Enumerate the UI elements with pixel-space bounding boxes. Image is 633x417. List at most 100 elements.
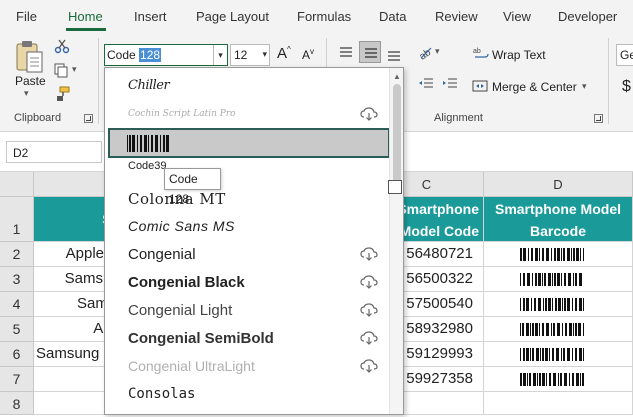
row-header-7[interactable]: 7 (0, 367, 34, 392)
code-128-barcode-preview (127, 135, 169, 152)
font-name-typed-text: Code (107, 48, 140, 62)
font-size-chevron-down-icon[interactable]: ▾ (262, 49, 267, 60)
row-header-8[interactable]: 8 (0, 392, 34, 415)
barcode-image (520, 348, 584, 361)
paste-button[interactable]: Paste (15, 74, 46, 88)
group-separator (608, 38, 609, 124)
font-option-chiller[interactable]: Chiller (105, 72, 390, 100)
font-option-cochin-script-latin-pro[interactable]: Cochin Script Latin Pro (105, 100, 390, 128)
align-top-icon[interactable] (338, 44, 354, 60)
barcode-image (520, 373, 584, 386)
font-option-code39[interactable]: Code39 (105, 158, 390, 186)
cell-d3[interactable] (484, 267, 633, 292)
format-painter-icon[interactable] (54, 86, 70, 102)
tab-insert[interactable]: Insert (134, 9, 167, 24)
barcode-image (520, 298, 584, 311)
wrap-text-icon[interactable]: ab (473, 46, 489, 62)
paste-chevron-down-icon[interactable]: ▾ (24, 88, 29, 99)
merge-center-chevron-down-icon[interactable]: ▾ (582, 81, 587, 92)
tab-formulas[interactable]: Formulas (297, 9, 351, 24)
row-header-1[interactable]: 1 (0, 197, 34, 242)
alignment-dialog-launcher-icon[interactable] (594, 114, 603, 123)
tab-file[interactable]: File (16, 9, 37, 24)
tab-review[interactable]: Review (435, 9, 478, 24)
ribbon-tab-bar: File Home Insert Page Layout Formulas Da… (0, 0, 633, 32)
merge-center-button[interactable]: Merge & Center (492, 80, 577, 94)
copy-icon[interactable] (53, 62, 69, 78)
row-header-3[interactable]: 3 (0, 267, 34, 292)
column-header-d[interactable]: D (484, 172, 633, 197)
barcode-image (520, 323, 584, 336)
merge-center-icon[interactable] (472, 78, 488, 94)
alignment-group-label: Alignment (434, 112, 483, 124)
cloud-download-icon (360, 107, 378, 121)
copy-chevron-down-icon[interactable]: ▾ (72, 64, 77, 75)
cell-d6[interactable] (484, 342, 633, 367)
cell-d1[interactable]: Smartphone Model Barcode (484, 197, 633, 242)
cut-icon[interactable] (54, 38, 70, 54)
font-option-colonna-mt[interactable]: Colonna MT (105, 184, 390, 212)
increase-indent-icon[interactable] (442, 76, 458, 92)
dropdown-scrollbar[interactable]: ▲ (389, 68, 403, 414)
cloud-download-icon (360, 359, 378, 373)
wrap-text-button[interactable]: Wrap Text (492, 48, 546, 62)
decrease-indent-icon[interactable] (418, 76, 434, 92)
font-size-combobox[interactable]: 12 ▾ (230, 44, 270, 66)
group-separator (98, 38, 99, 124)
scroll-up-icon[interactable]: ▲ (393, 72, 401, 81)
font-option-congenial-black[interactable]: Congenial Black (105, 268, 390, 296)
row-header-4[interactable]: 4 (0, 292, 34, 317)
tab-view[interactable]: View (503, 9, 531, 24)
number-format-combobox[interactable]: Ge (616, 44, 633, 66)
cell-d8[interactable] (484, 392, 633, 415)
cell-d5[interactable] (484, 317, 633, 342)
tab-data[interactable]: Data (379, 9, 406, 24)
align-middle-button[interactable] (359, 41, 381, 63)
name-box-value: D2 (13, 146, 29, 160)
cloud-download-icon (360, 331, 378, 345)
select-all-corner[interactable] (0, 172, 34, 197)
align-bottom-icon[interactable] (386, 46, 402, 62)
barcode-image (520, 248, 584, 261)
number-format-value: Ge (620, 48, 633, 62)
tab-home[interactable]: Home (68, 9, 103, 24)
font-option-code-128[interactable] (108, 128, 390, 158)
dropdown-resize-handle[interactable] (388, 180, 402, 194)
font-option-consolas[interactable]: Consolas (105, 380, 390, 408)
font-name-combobox[interactable]: Code 128 ▾ (104, 44, 228, 66)
name-box[interactable]: D2 (6, 141, 102, 163)
barcode-image (520, 273, 582, 286)
tab-developer[interactable]: Developer (558, 9, 617, 24)
active-tab-indicator (66, 28, 106, 31)
font-option-congenial-light[interactable]: Congenial Light (105, 296, 390, 324)
font-option-comic-sans-ms[interactable]: Comic Sans MS (105, 212, 390, 240)
font-option-congenial-semibold[interactable]: Congenial SemiBold (105, 324, 390, 352)
paste-icon[interactable] (14, 40, 44, 74)
row-header-6[interactable]: 6 (0, 342, 34, 367)
font-name-chevron-down-icon[interactable]: ▾ (213, 45, 227, 65)
cloud-download-icon (360, 303, 378, 317)
row-header-2[interactable]: 2 (0, 242, 34, 267)
decrease-font-size-icon[interactable]: Av (302, 47, 314, 62)
font-option-congenial[interactable]: Congenial (105, 240, 390, 268)
font-tooltip: Code 128 (164, 168, 221, 206)
cell-d4[interactable] (484, 292, 633, 317)
tab-page-layout[interactable]: Page Layout (196, 9, 269, 24)
increase-font-size-icon[interactable]: A^ (277, 45, 291, 62)
row-header-5[interactable]: 5 (0, 317, 34, 342)
cell-d2[interactable] (484, 242, 633, 267)
orientation-chevron-down-icon[interactable]: ▾ (435, 46, 440, 57)
cloud-download-icon (360, 275, 378, 289)
font-name-dropdown-list[interactable]: Chiller Cochin Script Latin Pro Code39 C… (104, 67, 404, 415)
clipboard-group-label: Clipboard (14, 112, 62, 124)
clipboard-dialog-launcher-icon[interactable] (84, 114, 93, 123)
svg-text:ab: ab (473, 48, 481, 55)
cloud-download-icon (360, 247, 378, 261)
font-name-selected-text: 128 (139, 48, 162, 62)
cell-d7[interactable] (484, 367, 633, 392)
scrollbar-thumb[interactable] (393, 84, 401, 184)
align-middle-icon (365, 48, 377, 58)
font-option-congenial-ultralight[interactable]: Congenial UltraLight (105, 352, 390, 380)
currency-format-icon[interactable]: $ (622, 78, 631, 96)
orientation-icon[interactable]: ab (417, 44, 433, 60)
